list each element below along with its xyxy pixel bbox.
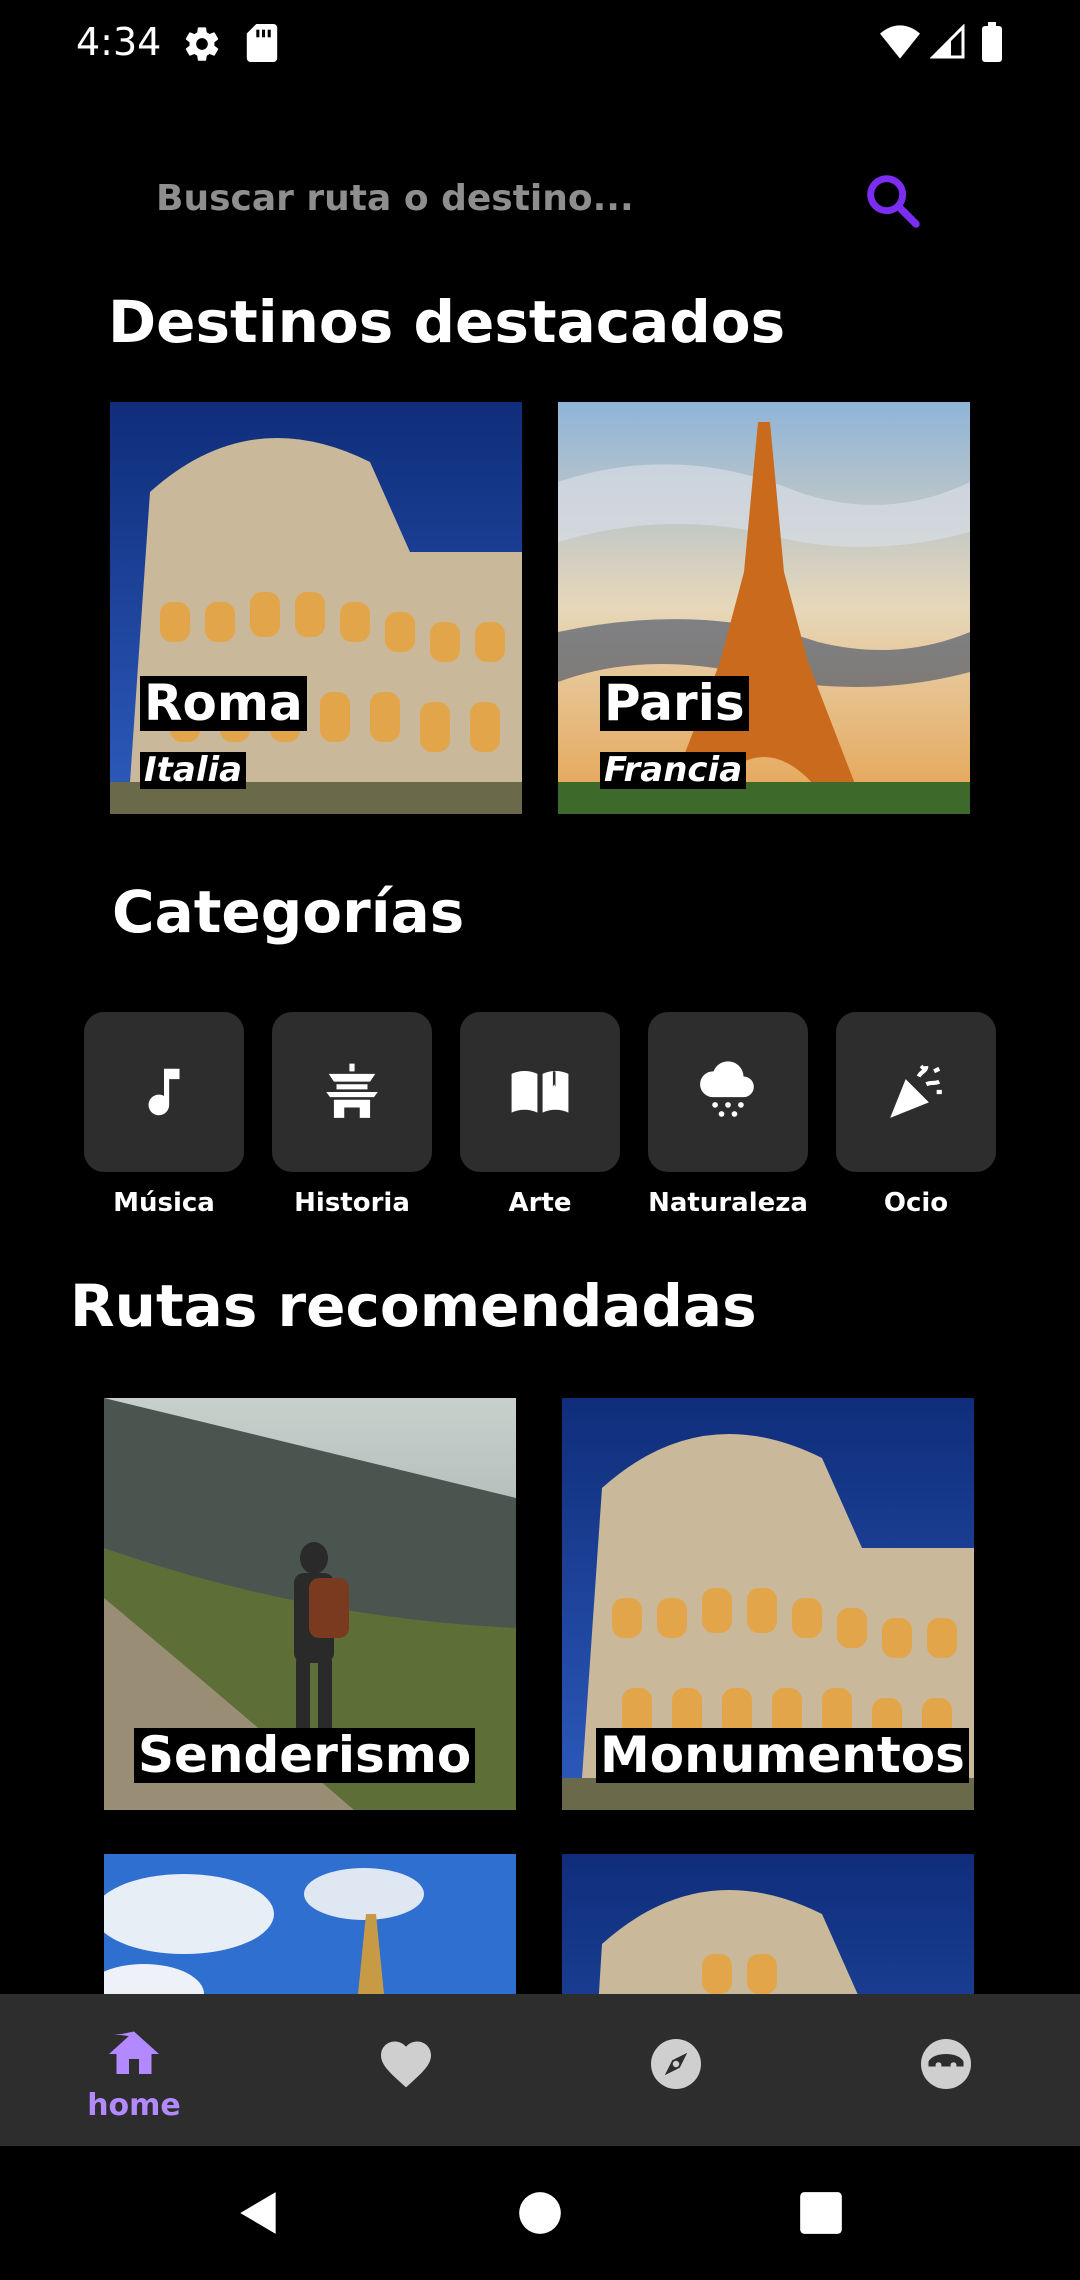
back-icon[interactable] bbox=[234, 2188, 284, 2238]
colosseum-image bbox=[562, 1854, 974, 1994]
battery-icon bbox=[982, 22, 1002, 62]
heart-icon bbox=[381, 2041, 431, 2088]
recents-icon[interactable] bbox=[796, 2188, 846, 2238]
route-card-senderismo[interactable]: Senderismo bbox=[104, 1398, 516, 1810]
card-country: Francia bbox=[600, 751, 747, 790]
home-icon bbox=[109, 2031, 159, 2074]
nav-home[interactable]: home bbox=[64, 1994, 204, 2146]
category-tile[interactable] bbox=[84, 1012, 244, 1172]
category-historia[interactable]: Historia bbox=[272, 1012, 432, 1218]
compass-icon bbox=[651, 2039, 701, 2089]
snow-cloud-icon bbox=[700, 1061, 754, 1117]
category-label: Ocio bbox=[883, 1188, 949, 1218]
book-icon bbox=[511, 1071, 569, 1113]
featured-title: Destinos destacados bbox=[108, 288, 786, 356]
status-bar: 4:34 bbox=[0, 0, 1080, 90]
search-bar[interactable]: Buscar ruta o destino... bbox=[100, 160, 940, 240]
route-label: Monumentos bbox=[596, 1728, 969, 1783]
route-card-partial[interactable] bbox=[104, 1854, 516, 1994]
category-naturaleza[interactable]: Naturaleza bbox=[648, 1012, 808, 1218]
nav-explore[interactable] bbox=[606, 1994, 746, 2146]
card-city: Roma bbox=[140, 676, 307, 731]
cathedral-image bbox=[104, 1854, 516, 1994]
category-tile[interactable] bbox=[272, 1012, 432, 1172]
search-icon[interactable] bbox=[860, 168, 924, 232]
category-tile[interactable] bbox=[648, 1012, 808, 1172]
search-input[interactable]: Buscar ruta o destino... bbox=[156, 178, 634, 219]
profile-icon bbox=[921, 2039, 971, 2089]
nav-favorites[interactable] bbox=[336, 1994, 476, 2146]
pagoda-icon bbox=[326, 1063, 378, 1118]
category-label: Historia bbox=[294, 1188, 410, 1218]
categories-title: Categorías bbox=[112, 878, 465, 946]
bottom-navigation: home bbox=[0, 1994, 1080, 2146]
nav-profile[interactable] bbox=[876, 1994, 1016, 2146]
status-time: 4:34 bbox=[76, 20, 162, 64]
category-arte[interactable]: Arte bbox=[460, 1012, 620, 1218]
signal-icon bbox=[930, 24, 965, 59]
category-tile[interactable] bbox=[460, 1012, 620, 1172]
category-tile[interactable] bbox=[836, 1012, 996, 1172]
app-screen: 4:34 Buscar ruta o destino... Destinos d… bbox=[0, 0, 1080, 2280]
gear-icon bbox=[185, 27, 219, 61]
system-navigation-bar bbox=[0, 2146, 1080, 2280]
destination-card-paris[interactable]: Paris Francia bbox=[558, 402, 970, 814]
category-label: Arte bbox=[508, 1188, 572, 1218]
destination-card-roma[interactable]: Roma Italia bbox=[110, 402, 522, 814]
category-musica[interactable]: Música bbox=[84, 1012, 244, 1218]
category-label: Naturaleza bbox=[648, 1188, 808, 1218]
route-card-monumentos[interactable]: Monumentos bbox=[562, 1398, 974, 1810]
home-button-icon[interactable] bbox=[515, 2188, 565, 2238]
route-card-partial[interactable] bbox=[562, 1854, 974, 1994]
music-note-icon bbox=[148, 1068, 180, 1116]
wifi-icon bbox=[880, 25, 920, 59]
category-ocio[interactable]: Ocio bbox=[836, 1012, 996, 1218]
route-label: Senderismo bbox=[134, 1728, 476, 1783]
sd-card-icon bbox=[246, 24, 278, 62]
routes-title: Rutas recomendadas bbox=[70, 1272, 757, 1340]
card-city: Paris bbox=[600, 676, 749, 731]
category-label: Música bbox=[113, 1188, 215, 1218]
party-popper-icon bbox=[890, 1064, 942, 1118]
card-country: Italia bbox=[140, 751, 247, 790]
nav-home-label: home bbox=[87, 2088, 181, 2123]
